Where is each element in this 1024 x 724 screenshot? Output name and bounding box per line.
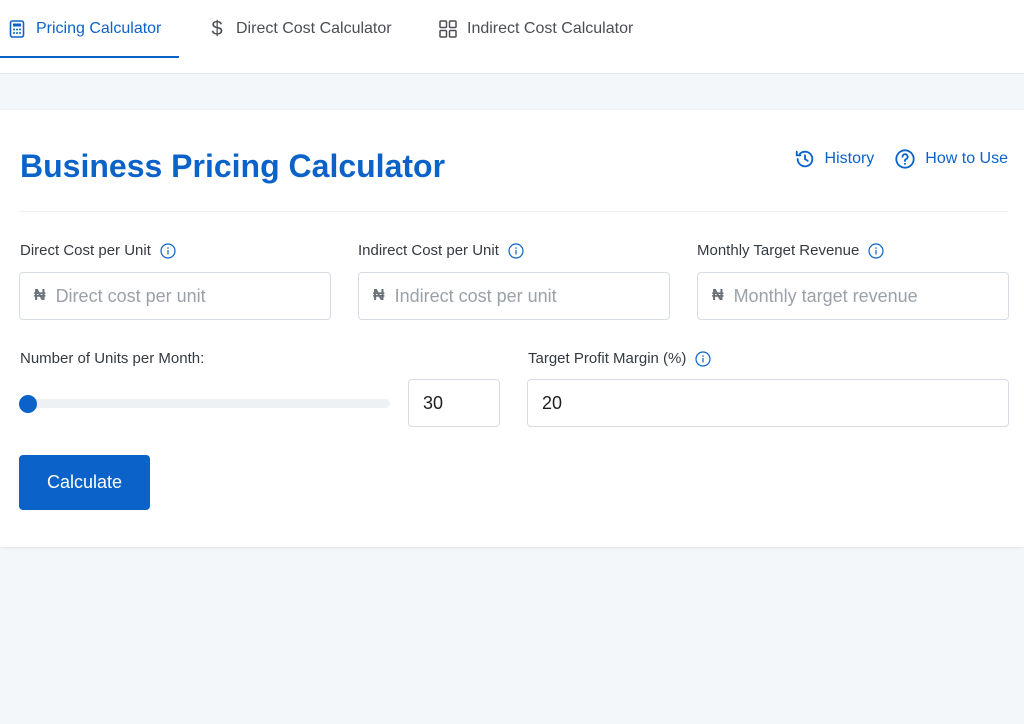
units-slider-track[interactable] (20, 399, 390, 408)
calculator-card: Business Pricing Calculator History How … (0, 110, 1024, 547)
monthly-revenue-input[interactable] (733, 285, 1008, 307)
info-icon[interactable] (160, 242, 176, 259)
top-tab-bar: Pricing Calculator $ Direct Cost Calcula… (0, 0, 1024, 74)
monthly-revenue-label: Monthly Target Revenue (697, 242, 884, 259)
tab-direct-cost-calculator[interactable]: $ Direct Cost Calculator (208, 0, 392, 58)
calculator-icon (8, 20, 26, 38)
indirect-cost-label-text: Indirect Cost per Unit (358, 242, 499, 259)
units-per-month-input[interactable]: 30 (408, 379, 500, 427)
tab-pricing-calculator[interactable]: Pricing Calculator (0, 0, 180, 58)
info-icon[interactable] (695, 350, 711, 367)
direct-cost-label-text: Direct Cost per Unit (20, 242, 151, 259)
history-label: History (824, 150, 875, 167)
units-per-month-label: Number of Units per Month: (20, 350, 204, 367)
help-icon (895, 149, 915, 169)
direct-cost-input[interactable] (55, 285, 330, 307)
profit-margin-input[interactable]: 20 (527, 379, 1009, 427)
history-link[interactable]: History (794, 148, 875, 170)
direct-cost-label: Direct Cost per Unit (20, 242, 176, 259)
indirect-cost-field[interactable]: ₦ (358, 272, 670, 320)
history-icon (795, 150, 813, 168)
header-actions: History How to Use (794, 148, 1008, 170)
indirect-cost-input[interactable] (394, 285, 669, 307)
profit-margin-label-text: Target Profit Margin (%) (528, 350, 687, 367)
how-to-use-label: How to Use (925, 150, 1008, 167)
divider (20, 211, 1008, 212)
tab-label: Indirect Cost Calculator (467, 20, 634, 37)
grid-icon (439, 20, 457, 38)
profit-margin-label: Target Profit Margin (%) (528, 350, 711, 367)
tab-label: Pricing Calculator (36, 20, 162, 37)
monthly-revenue-label-text: Monthly Target Revenue (697, 242, 860, 259)
how-to-use-link[interactable]: How to Use (894, 148, 1008, 170)
naira-icon: ₦ (712, 287, 724, 304)
page-title: Business Pricing Calculator (20, 148, 446, 184)
dollar-icon: $ (211, 17, 223, 40)
profit-margin-value: 20 (542, 392, 563, 413)
monthly-revenue-field[interactable]: ₦ (697, 272, 1009, 320)
info-icon[interactable] (508, 242, 524, 259)
calculate-button[interactable]: Calculate (19, 455, 150, 510)
units-slider-thumb[interactable] (19, 395, 37, 413)
units-per-month-label-text: Number of Units per Month: (20, 350, 205, 367)
indirect-cost-label: Indirect Cost per Unit (358, 242, 524, 259)
naira-icon: ₦ (373, 287, 385, 304)
tab-indirect-cost-calculator[interactable]: Indirect Cost Calculator (439, 0, 633, 58)
naira-icon: ₦ (34, 287, 46, 304)
direct-cost-field[interactable]: ₦ (19, 272, 331, 320)
tab-label: Direct Cost Calculator (236, 20, 392, 37)
info-icon[interactable] (868, 242, 884, 259)
units-value: 30 (423, 392, 444, 413)
